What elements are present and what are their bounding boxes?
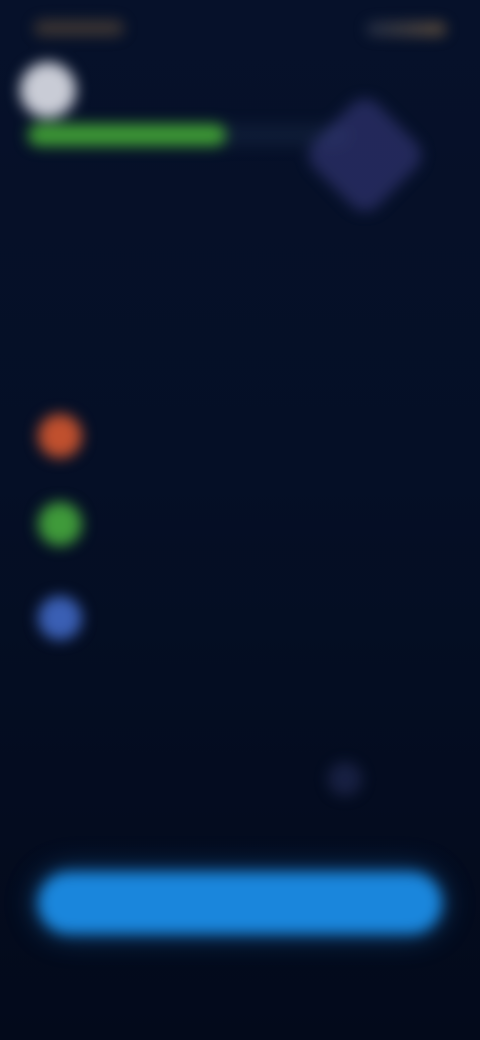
feature-item-1 <box>38 408 438 468</box>
primary-action-button[interactable] <box>38 872 442 934</box>
avatar[interactable] <box>20 62 76 118</box>
orange-circle-icon <box>38 414 82 458</box>
app-screen <box>0 0 480 1040</box>
decorative-shape-icon <box>301 91 429 219</box>
progress-bar <box>28 124 348 146</box>
blue-circle-icon <box>38 596 82 640</box>
progress-bar-fill <box>28 124 227 146</box>
status-time <box>34 20 124 36</box>
decorative-glow-icon <box>328 762 362 796</box>
feature-item-2 <box>38 496 438 556</box>
status-bar <box>24 14 456 50</box>
green-circle-icon <box>38 502 82 546</box>
blurred-content <box>0 0 480 1040</box>
feature-item-3 <box>38 590 438 650</box>
status-indicators-icon <box>366 22 446 36</box>
